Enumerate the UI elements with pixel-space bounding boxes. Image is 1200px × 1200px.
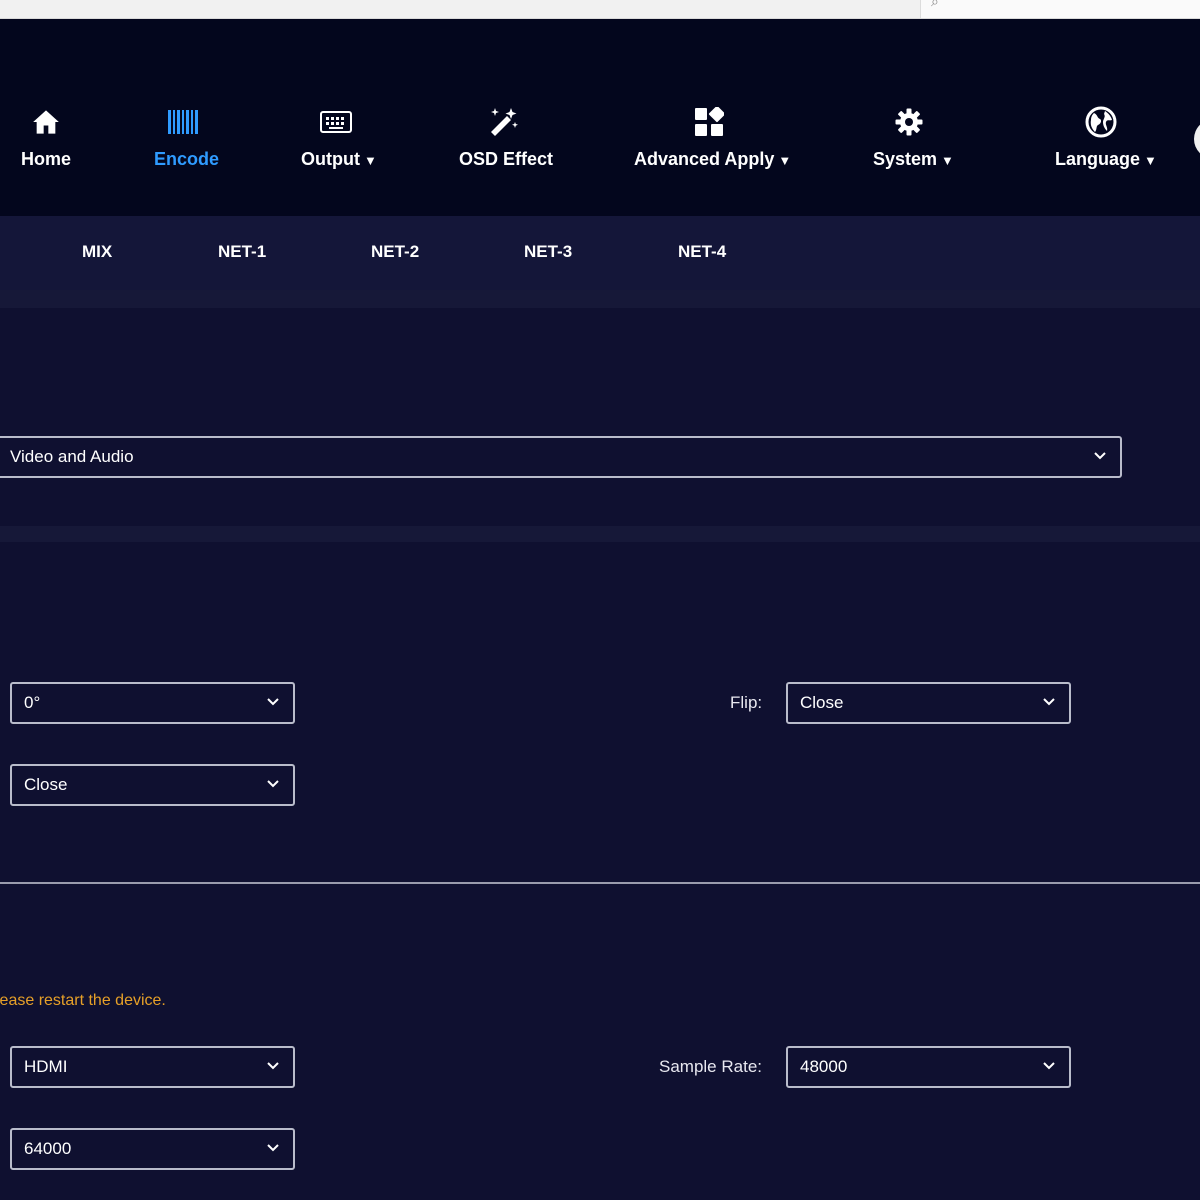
tab-net-1[interactable]: NET-1 xyxy=(218,242,266,262)
chevron-down-icon: ▼ xyxy=(778,153,792,168)
nav-label-encode: Encode xyxy=(154,149,220,169)
sample-rate-value: 48000 xyxy=(800,1057,848,1076)
tab-mix[interactable]: MIX xyxy=(82,242,112,262)
tab-net-3[interactable]: NET-3 xyxy=(524,242,572,262)
browser-toolbar: ⌕ xyxy=(0,0,1200,19)
keyboard-icon xyxy=(319,107,353,137)
nav-label-system: System ▼ xyxy=(873,149,954,169)
home-icon xyxy=(31,107,61,137)
nav-label-osd-effect: OSD Effect xyxy=(459,149,554,169)
tab-net-2[interactable]: NET-2 xyxy=(371,242,419,262)
tab-net-4[interactable]: NET-4 xyxy=(678,242,726,262)
chevron-down-icon xyxy=(267,1144,279,1152)
audio-bitrate-value: 64000 xyxy=(24,1139,72,1158)
chevron-down-icon xyxy=(1043,698,1055,706)
nav-label-language: Language ▼ xyxy=(1055,149,1157,169)
mirror-select[interactable]: Close xyxy=(10,764,295,806)
nav-label-home: Home xyxy=(21,149,72,169)
channel-tabs: MIX NET-1 NET-2 NET-3 NET-4 xyxy=(0,216,1200,290)
stream-mode-panel: Video and Audio xyxy=(0,308,1200,526)
flip-select[interactable]: Close xyxy=(786,682,1071,724)
nav-item-home[interactable]: Home xyxy=(0,19,92,216)
section-divider xyxy=(0,290,1200,308)
chevron-down-icon xyxy=(267,1062,279,1070)
chevron-down-icon: ▼ xyxy=(363,153,377,168)
sample-rate-select[interactable]: 48000 xyxy=(786,1046,1071,1088)
user-avatar[interactable] xyxy=(1194,119,1200,159)
flip-label: Flip: xyxy=(730,693,763,712)
search-icon: ⌕ xyxy=(931,0,939,9)
magic-wand-icon xyxy=(486,107,520,137)
barcode-icon xyxy=(166,107,202,137)
nav-item-language[interactable]: Language ▼ xyxy=(1045,19,1165,216)
chevron-down-icon xyxy=(1094,452,1106,460)
mirror-value: Close xyxy=(24,775,68,794)
restart-notice: lease restart the device. xyxy=(0,992,166,1009)
chevron-down-icon: ▼ xyxy=(1144,153,1157,168)
audio-input-value: HDMI xyxy=(24,1057,68,1076)
nav-item-osd-effect[interactable]: OSD Effect xyxy=(450,19,560,216)
nav-item-advanced-apply[interactable]: Advanced Apply ▼ xyxy=(620,19,800,216)
sample-rate-label: Sample Rate: xyxy=(659,1057,762,1076)
top-navigation: Home Encode Output ▼ OSD Effect Advanced… xyxy=(0,19,1200,216)
audio-bitrate-select[interactable]: 64000 xyxy=(10,1128,295,1170)
stream-mode-value: Video and Audio xyxy=(10,447,134,466)
globe-icon xyxy=(1084,106,1118,138)
browser-search-box[interactable]: ⌕ xyxy=(920,0,1200,18)
chevron-down-icon xyxy=(267,780,279,788)
chevron-down-icon xyxy=(267,698,279,706)
video-settings-panel: 0° Flip: Close Close xyxy=(0,542,1200,882)
nav-item-system[interactable]: System ▼ xyxy=(860,19,960,216)
chevron-down-icon: ▼ xyxy=(941,153,954,168)
audio-input-select[interactable]: HDMI xyxy=(10,1046,295,1088)
gear-icon xyxy=(894,107,924,137)
stream-mode-select[interactable]: Video and Audio xyxy=(0,436,1122,478)
rotate-select[interactable]: 0° xyxy=(10,682,295,724)
nav-item-encode[interactable]: Encode xyxy=(140,19,228,216)
rotate-value: 0° xyxy=(24,693,41,712)
flip-value: Close xyxy=(800,693,844,712)
nav-label-output: Output ▼ xyxy=(301,149,377,169)
nav-label-advanced-apply: Advanced Apply ▼ xyxy=(634,149,792,169)
chevron-down-icon xyxy=(1043,1062,1055,1070)
section-divider xyxy=(0,526,1200,542)
apps-icon xyxy=(693,107,725,137)
divider-line xyxy=(0,882,1200,884)
nav-item-output[interactable]: Output ▼ xyxy=(290,19,390,216)
